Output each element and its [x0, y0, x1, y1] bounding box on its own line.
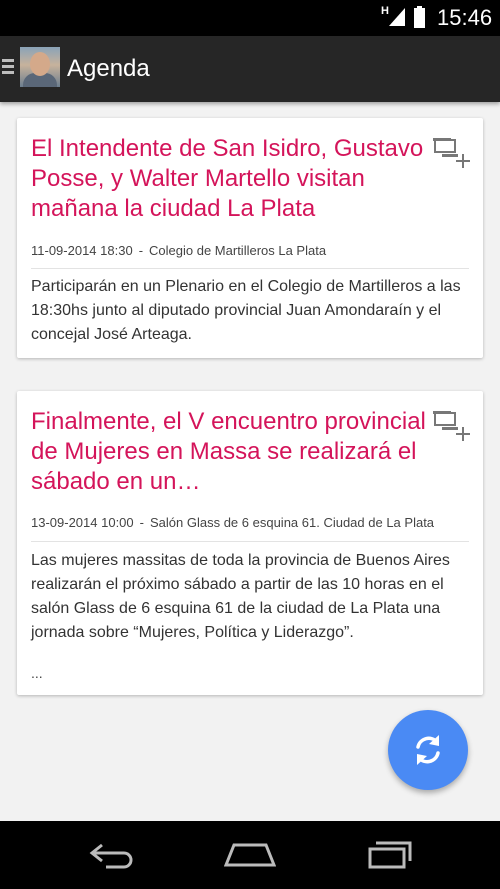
recent-apps-icon[interactable] — [366, 839, 414, 869]
event-description: Participarán en un Plenario en el Colegi… — [31, 278, 461, 343]
divider — [31, 268, 469, 269]
signal-icon — [389, 8, 405, 26]
refresh-button[interactable] — [388, 710, 468, 790]
action-bar: Agenda — [0, 36, 500, 102]
event-location: Colegio de Martilleros La Plata — [149, 243, 327, 258]
event-date: 11-09-2014 18:30 — [31, 243, 133, 258]
more-ellipsis: ... — [31, 665, 43, 681]
event-description: Las mujeres massitas de toda la provinci… — [31, 552, 450, 641]
network-type: H — [381, 5, 389, 17]
meta-separator: - — [139, 515, 144, 530]
back-icon[interactable] — [86, 839, 136, 869]
status-bar: H 15:46 — [0, 0, 500, 36]
event-meta: 13-09-2014 10:00- Salón Glass de 6 esquin… — [31, 515, 434, 530]
agenda-card[interactable]: El Intendente de San Isidro, Gustavo Pos… — [17, 118, 483, 358]
add-to-calendar-icon[interactable] — [433, 409, 473, 443]
event-title[interactable]: El Intendente de San Isidro, Gustavo Pos… — [31, 134, 431, 224]
navigation-bar — [0, 821, 500, 889]
drawer-menu-icon[interactable] — [2, 59, 14, 75]
divider — [31, 541, 469, 542]
meta-separator: - — [138, 243, 144, 258]
avatar[interactable] — [20, 47, 60, 87]
battery-icon — [414, 6, 425, 28]
refresh-icon — [416, 735, 440, 765]
event-location: Salón Glass de 6 esquina 61. Ciudad de L… — [150, 515, 435, 530]
event-meta: 11-09-2014 18:30- Colegio de Martilleros … — [31, 243, 326, 258]
add-to-calendar-icon[interactable] — [433, 136, 473, 170]
event-date: 13-09-2014 10:00 — [31, 515, 134, 530]
status-time: 15:46 — [437, 5, 493, 30]
agenda-card[interactable]: Finalmente, el V encuentro provincial de… — [17, 391, 483, 695]
event-title[interactable]: Finalmente, el V encuentro provincial de… — [31, 407, 431, 497]
home-icon[interactable] — [224, 839, 276, 869]
page-title: Agenda — [67, 55, 150, 82]
